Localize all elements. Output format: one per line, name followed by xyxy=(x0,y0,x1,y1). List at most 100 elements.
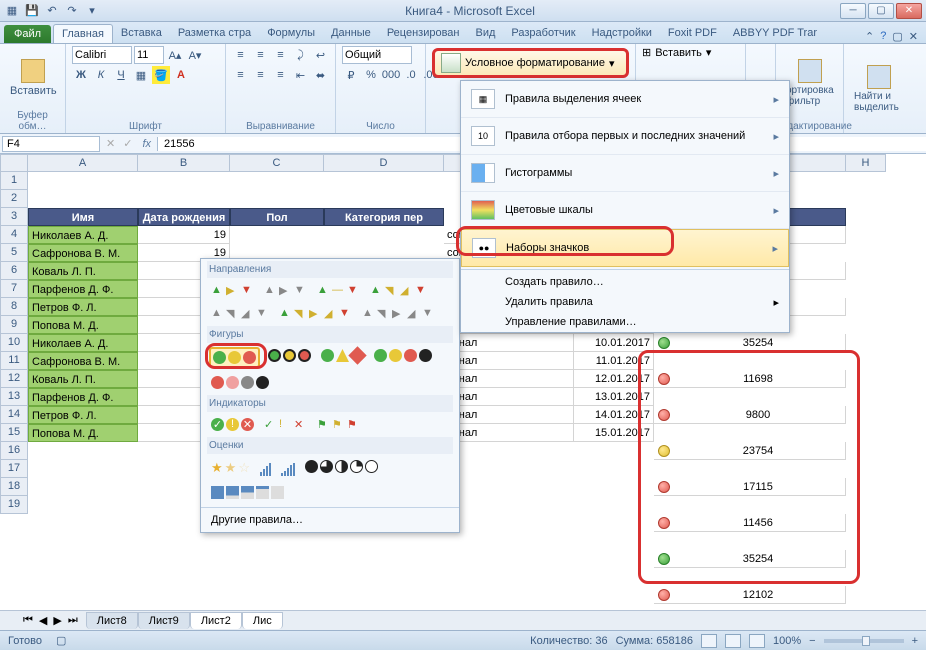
ribbon-tab-7[interactable]: Разработчик xyxy=(503,24,583,43)
cell[interactable]: Попова М. Д. xyxy=(28,316,138,334)
number-format-select[interactable] xyxy=(342,46,412,64)
cell[interactable]: 12.01.2017 xyxy=(574,370,654,388)
row-header[interactable]: 4 xyxy=(0,226,28,244)
iconset-arrows-5[interactable]: ▲◥▶◢▼ xyxy=(277,305,354,322)
zoom-out-icon[interactable]: − xyxy=(809,635,815,647)
maximize-button[interactable]: ▢ xyxy=(868,3,894,19)
cell[interactable]: 11456 xyxy=(654,514,846,532)
row-header[interactable]: 18 xyxy=(0,478,28,496)
conditional-formatting-button[interactable]: Условное форматирование▾ xyxy=(432,48,629,78)
iconset-symbols-3-uncircled[interactable]: ✓!✕ xyxy=(262,416,309,433)
ribbon-tab-3[interactable]: Формулы xyxy=(259,24,323,43)
cell[interactable]: Пол xyxy=(230,208,324,226)
redo-icon[interactable]: ↷ xyxy=(64,3,80,19)
row-header[interactable]: 13 xyxy=(0,388,28,406)
undo-icon[interactable]: ↶ xyxy=(44,3,60,19)
cell[interactable]: 13.01.2017 xyxy=(574,388,654,406)
app-close-icon[interactable]: ✕ xyxy=(909,30,918,43)
col-header-D[interactable]: D xyxy=(324,154,444,172)
row-header[interactable]: 15 xyxy=(0,424,28,442)
indent-dec-icon[interactable]: ⇤ xyxy=(292,66,310,84)
iconset-arrows-5-gray[interactable]: ▲◥▶◢▼ xyxy=(360,305,437,322)
tab-nav-last-icon[interactable]: ⏭ xyxy=(65,614,86,627)
col-header-H[interactable]: H xyxy=(846,154,886,172)
cell[interactable]: Имя xyxy=(28,208,138,226)
gallery-more-rules[interactable]: Другие правила… xyxy=(201,507,459,532)
iconset-arrows-3[interactable]: ▲▶▼ xyxy=(209,282,256,299)
comma-icon[interactable]: 000 xyxy=(382,66,400,84)
col-header-B[interactable]: B xyxy=(138,154,230,172)
paste-button[interactable]: Вставить xyxy=(6,57,61,99)
row-header[interactable]: 3 xyxy=(0,208,28,226)
view-normal-icon[interactable] xyxy=(701,634,717,648)
iconset-traffic-3-rimmed[interactable] xyxy=(266,347,313,368)
iconset-arrows-4-gray[interactable]: ▲◥◢▼ xyxy=(209,305,271,322)
cell[interactable]: Петров Ф. Л. xyxy=(28,406,138,424)
cell[interactable]: сонал xyxy=(444,370,574,388)
iconset-boxes-5[interactable] xyxy=(209,484,286,501)
cf-top-bottom-rules[interactable]: 10Правила отбора первых и последних знач… xyxy=(461,118,789,155)
iconset-stars-3[interactable]: ★★☆ xyxy=(209,458,252,478)
row-header[interactable]: 7 xyxy=(0,280,28,298)
cell[interactable]: Петров Ф. Л. xyxy=(28,298,138,316)
cf-color-scales[interactable]: Цветовые шкалы▸ xyxy=(461,192,789,229)
cell[interactable]: Попова М. Д. xyxy=(28,424,138,442)
cell[interactable]: 14.01.2017 xyxy=(574,406,654,424)
cell[interactable]: Парфенов Д. Ф. xyxy=(28,388,138,406)
iconset-ratings-5[interactable] xyxy=(279,458,297,478)
sheet-tab[interactable]: Лист9 xyxy=(138,612,190,629)
ribbon-tab-8[interactable]: Надстройки xyxy=(584,24,660,43)
cell[interactable]: Коваль Л. П. xyxy=(28,262,138,280)
row-header[interactable]: 16 xyxy=(0,442,28,460)
cell[interactable]: сонал xyxy=(444,388,574,406)
cell[interactable]: Сафронова В. М. xyxy=(28,352,138,370)
ribbon-tab-2[interactable]: Разметка стра xyxy=(170,24,259,43)
cf-highlight-rules[interactable]: ▦Правила выделения ячеек▸ xyxy=(461,81,789,118)
underline-button[interactable]: Ч xyxy=(112,66,130,84)
iconset-ratings-4[interactable] xyxy=(258,458,273,478)
status-macro-icon[interactable]: ▢ xyxy=(56,634,66,647)
ribbon-tab-1[interactable]: Вставка xyxy=(113,24,170,43)
iconset-symbols-3[interactable]: ✓!✕ xyxy=(209,416,256,433)
row-header[interactable]: 11 xyxy=(0,352,28,370)
font-color-button[interactable]: A xyxy=(172,66,190,84)
cell[interactable]: сонал xyxy=(444,334,574,352)
bold-button[interactable]: Ж xyxy=(72,66,90,84)
row-header[interactable]: 12 xyxy=(0,370,28,388)
cf-new-rule[interactable]: Создать правило… xyxy=(461,272,789,292)
iconset-redtoblack[interactable] xyxy=(209,374,271,391)
cell[interactable]: 9800 xyxy=(654,406,846,424)
align-mid-icon[interactable]: ≡ xyxy=(252,46,270,64)
italic-button[interactable]: К xyxy=(92,66,110,84)
select-all-corner[interactable] xyxy=(0,154,28,172)
merge-icon[interactable]: ⬌ xyxy=(312,66,330,84)
tab-nav-next-icon[interactable]: ▶ xyxy=(50,614,64,627)
zoom-in-icon[interactable]: + xyxy=(912,635,918,647)
view-layout-icon[interactable] xyxy=(725,634,741,648)
iconset-arrows-4[interactable]: ▲◥◢▼ xyxy=(368,282,430,299)
ribbon-tab-5[interactable]: Рецензирован xyxy=(379,24,468,43)
minimize-ribbon-icon[interactable]: ⌃ xyxy=(865,30,874,43)
sheet-tab[interactable]: Лист8 xyxy=(86,612,138,629)
cell[interactable]: Николаев А. Д. xyxy=(28,334,138,352)
cell[interactable]: 35254 xyxy=(654,334,846,352)
sheet-tab[interactable]: Лис xyxy=(242,612,283,629)
fx-icon[interactable]: fx xyxy=(136,138,157,150)
cell[interactable]: 17115 xyxy=(654,478,846,496)
row-header[interactable]: 10 xyxy=(0,334,28,352)
border-button[interactable]: ▦ xyxy=(132,66,150,84)
align-top-icon[interactable]: ≡ xyxy=(232,46,250,64)
iconset-signs-3[interactable] xyxy=(319,347,366,368)
row-header[interactable]: 17 xyxy=(0,460,28,478)
save-icon[interactable]: 💾 xyxy=(24,3,40,19)
row-header[interactable]: 19 xyxy=(0,496,28,514)
cell[interactable]: Парфенов Д. Ф. xyxy=(28,280,138,298)
cell[interactable]: Коваль Л. П. xyxy=(28,370,138,388)
cell[interactable]: Категория пер xyxy=(324,208,444,226)
accept-formula-icon[interactable]: ✓ xyxy=(119,137,136,150)
row-header[interactable]: 2 xyxy=(0,190,28,208)
cell[interactable]: 11.01.2017 xyxy=(574,352,654,370)
window-options-icon[interactable]: ▢ xyxy=(892,30,902,43)
row-header[interactable]: 5 xyxy=(0,244,28,262)
cell[interactable]: Сафронова В. М. xyxy=(28,244,138,262)
